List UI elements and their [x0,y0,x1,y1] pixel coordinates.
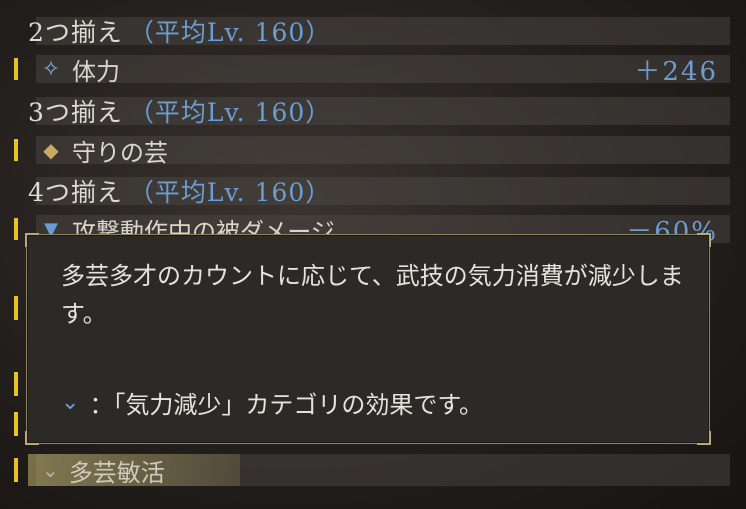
set-3-effect-row[interactable]: ◆ 守りの芸 [14,133,730,167]
set-2-effect-label: 体力 [72,57,120,86]
set-2-effect-row[interactable]: ✧ 体力 ＋246 [14,52,730,87]
corner-ornament [25,431,39,445]
active-indicator [14,458,18,482]
diamond-icon: ◆ [43,138,59,162]
active-indicator [14,296,18,320]
set-4-level: （平均Lv. 160） [128,178,332,207]
set-3-header: 3つ揃え （平均Lv. 160） [14,94,730,128]
tag-label: 多芸敏活 [68,458,165,487]
set-2-level: （平均Lv. 160） [128,18,332,47]
effect-tooltip: 多芸多才のカウントに応じて、武技の気力消費が減少します。 ⌄ ：「気力減少」カテ… [25,233,711,445]
active-indicator [14,218,18,240]
sparkle-icon: ✧ [41,56,61,82]
active-indicator [14,372,18,396]
corner-ornament [697,431,711,445]
tag-row[interactable]: ⌄ 多芸敏活 [14,452,730,488]
corner-ornament [697,233,711,247]
set-4-header: 4つ揃え （平均Lv. 160） [14,174,730,208]
set-2-effect-value: ＋246 [634,56,718,87]
set-4-title: 4つ揃え [28,178,123,207]
set-3-effect-label: 守りの芸 [72,138,168,167]
chevron-down-icon: ⌄ [61,390,80,415]
set-2-title: 2つ揃え [28,18,123,47]
set-3-title: 3つ揃え [28,98,123,127]
tag-tageibinkatsu[interactable]: ⌄ 多芸敏活 [28,454,240,487]
tooltip-note-text: ：「気力減少」カテゴリの効果です。 [89,391,484,419]
active-indicator [14,412,18,436]
corner-ornament [25,233,39,247]
set-2-header: 2つ揃え （平均Lv. 160） [14,14,730,48]
tooltip-description: 多芸多才のカウントに応じて、武技の気力消費が減少します。 [61,262,684,328]
active-indicator [14,139,18,161]
active-indicator [14,58,18,80]
chevron-down-icon: ⌄ [42,458,59,482]
tooltip-note: ⌄ ：「気力減少」カテゴリの効果です。 [61,385,483,420]
set-3-level: （平均Lv. 160） [128,98,332,127]
